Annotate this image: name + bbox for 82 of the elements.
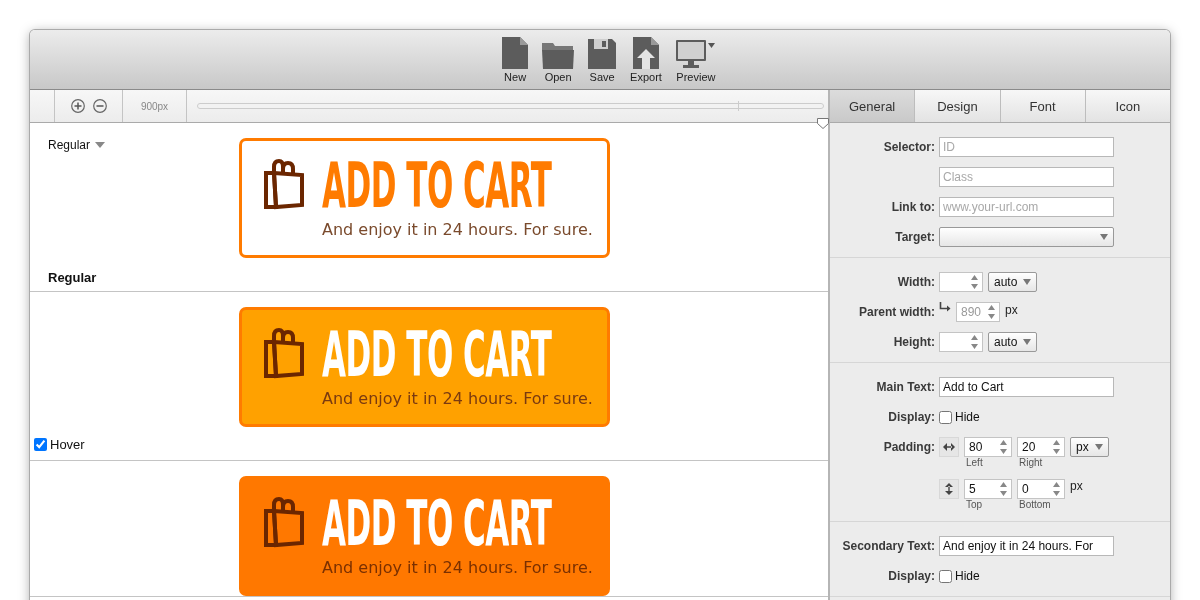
number-stepper[interactable]: 20 <box>1017 437 1065 457</box>
unit-dropdown[interactable]: px <box>1070 437 1109 457</box>
field-label: Link to: <box>891 200 935 214</box>
vertical-arrows-icon <box>945 483 953 495</box>
field-label: Target: <box>895 230 935 244</box>
export-document-icon <box>633 37 659 69</box>
field-caption: Top <box>965 499 983 511</box>
field-label: Secondary Text: <box>842 539 935 553</box>
shopping-bag-icon <box>262 159 306 211</box>
text-field[interactable]: And enjoy it in 24 hours. For <box>939 536 1114 556</box>
number-stepper[interactable] <box>939 272 983 292</box>
text-field[interactable]: ID <box>939 137 1114 157</box>
text-field[interactable]: Class <box>939 167 1114 187</box>
preview-subtitle: And enjoy it in 24 hours. For sure. <box>322 219 593 241</box>
padding-axis-toggle[interactable] <box>939 479 959 499</box>
caret-icon <box>1094 444 1103 450</box>
field-label: Height: <box>893 335 935 349</box>
corner-arrow-icon <box>939 302 951 312</box>
stepper-arrows-icon <box>988 305 995 319</box>
caret-icon <box>95 142 106 148</box>
unit-dropdown[interactable]: auto <box>988 272 1038 292</box>
zoom-out-button[interactable] <box>92 99 107 113</box>
checkbox-label: Hover <box>50 437 85 452</box>
checkbox-label: Hide <box>955 409 980 426</box>
field-caption: Bottom <box>1018 499 1051 511</box>
stepper-arrows-icon <box>971 335 978 349</box>
checkbox-label: Hide <box>955 568 980 585</box>
field-caption: Left <box>965 457 983 469</box>
stepper-arrows-icon <box>1000 440 1007 454</box>
preview-subtitle: And enjoy it in 24 hours. For sure. <box>322 388 593 410</box>
text-field[interactable]: www.your-url.com <box>939 197 1114 217</box>
number-stepper[interactable]: 80 <box>964 437 1012 457</box>
slider-thumb[interactable] <box>817 118 829 129</box>
stepper-arrows-icon <box>1000 482 1007 496</box>
caret-icon <box>1100 234 1108 240</box>
zoom-in-button[interactable] <box>70 99 85 113</box>
field-caption: Right <box>1018 457 1043 469</box>
toolbar-button[interactable]: Save <box>586 30 619 89</box>
shopping-bag-icon <box>262 497 306 549</box>
inspector-tab[interactable]: Design <box>915 90 1001 122</box>
number-stepper[interactable] <box>939 332 983 352</box>
dropdown-field[interactable] <box>939 227 1114 247</box>
text-field[interactable]: Add to Cart <box>939 377 1114 397</box>
toolbar-button[interactable]: Preview <box>673 30 718 89</box>
preview-title: ADD TO CART <box>322 493 552 555</box>
stepper-arrows-icon <box>971 275 978 289</box>
toolbar-button[interactable]: New <box>500 30 531 89</box>
unit-dropdown[interactable]: auto <box>988 332 1038 352</box>
caret-icon <box>1023 339 1032 345</box>
state-caption: Regular <box>48 270 97 285</box>
number-stepper[interactable]: 0 <box>1017 479 1065 499</box>
inspector-tab[interactable]: General <box>830 90 916 122</box>
field-label: Main Text: <box>876 380 935 394</box>
preview-title: ADD TO CART <box>322 155 552 217</box>
checkbox[interactable] <box>939 569 952 583</box>
preview-subtitle: And enjoy it in 24 hours. For sure. <box>322 557 593 579</box>
padding-axis-toggle[interactable] <box>939 437 959 457</box>
monitor-icon <box>675 39 716 69</box>
field-label: Display: <box>888 410 935 424</box>
stepper-arrows-icon <box>1053 482 1060 496</box>
state-checkbox[interactable] <box>34 438 47 451</box>
unit-label: px <box>1070 479 1083 493</box>
number-stepper[interactable]: 5 <box>964 479 1012 499</box>
preview-title: ADD TO CART <box>322 324 552 386</box>
caret-icon <box>1023 279 1032 285</box>
inspector-tab[interactable]: Icon <box>1085 90 1170 122</box>
document-icon <box>502 37 529 69</box>
field-label: Parent width: <box>859 305 935 319</box>
inspector-tab[interactable]: Font <box>1000 90 1086 122</box>
field-label: Selector: <box>883 140 935 154</box>
stepper-arrows-icon <box>1053 440 1060 454</box>
field-label: Padding: <box>883 440 935 454</box>
width-readout: 900px <box>140 100 169 112</box>
state-dropdown[interactable]: Regular <box>48 138 106 152</box>
unit-label: px <box>1005 302 1018 318</box>
checkbox[interactable] <box>939 410 952 424</box>
field-label: Display: <box>888 569 935 583</box>
toolbar-button[interactable]: Open <box>540 30 577 89</box>
horizontal-arrows-icon <box>943 443 955 451</box>
shopping-bag-icon <box>262 328 306 380</box>
field-label: Width: <box>897 275 935 289</box>
toolbar-button[interactable]: Export <box>628 30 664 89</box>
